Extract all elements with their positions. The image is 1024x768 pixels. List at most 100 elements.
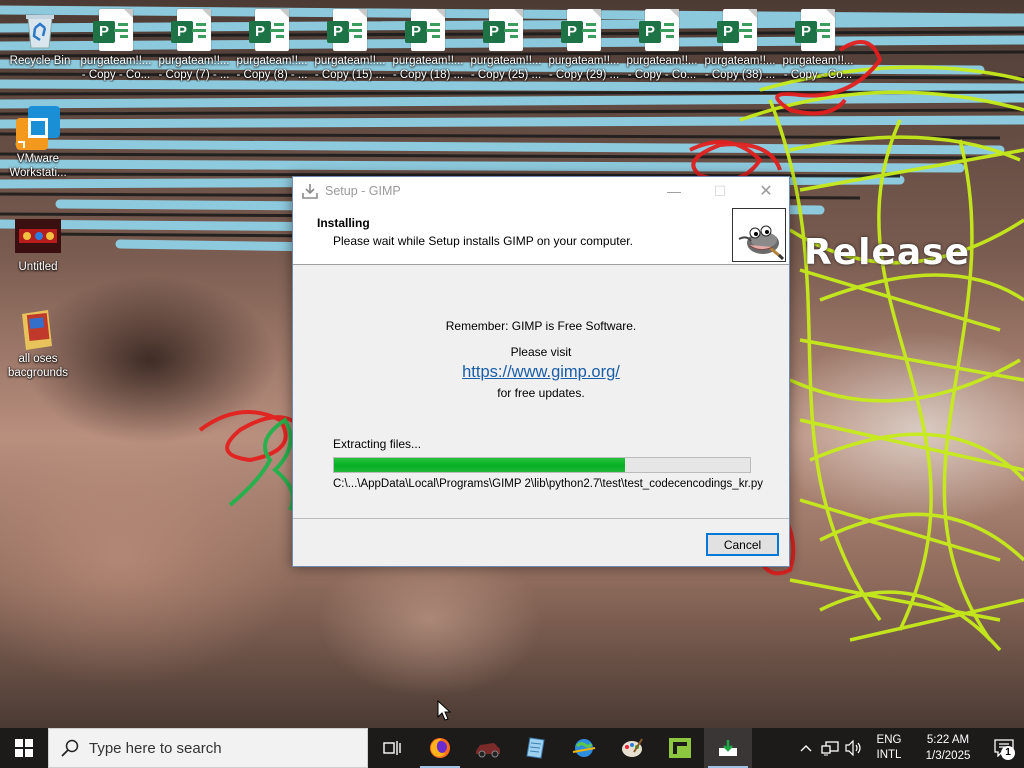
project-file-icon: P [561,9,601,51]
window-title: Setup - GIMP [325,184,401,198]
windows-logo-icon [15,739,33,757]
search-input[interactable] [89,739,339,757]
page-subtitle: Please wait while Setup installs GIMP on… [333,234,633,248]
content-area: Remember: GIMP is Free Software. Please … [293,265,789,519]
untitled-label: Untitled [18,261,58,273]
backgrounds-folder-label: all oses bacgrounds [7,353,69,379]
project-file-label: purgateam!!... - Copy (38) ... [704,55,776,81]
project-file-label: purgateam!!... - Copy - Co... [626,55,698,81]
wallpaper-release-text: Release [804,232,971,273]
gimp-website-link[interactable]: https://www.gimp.org/ [293,363,789,382]
notification-count-badge: 1 [1001,746,1015,760]
project-file-icon: P [171,9,211,51]
vmware-desktop-icon[interactable]: VMware Workstati... [0,106,76,180]
project-file-label: purgateam!!... - Copy - Co... [80,55,152,81]
project-file-4[interactable]: P purgateam!!... - Copy (15) ... [312,8,388,82]
untitled-project-icon [14,214,62,258]
project-file-icon: P [795,9,835,51]
recycle-bin-label: Recycle Bin [9,55,71,67]
project-file-10[interactable]: P purgateam!!... - Copy - Co... [780,8,856,82]
gimp-logo-icon [732,208,786,262]
task-view-icon [383,741,401,755]
taskbar-search[interactable] [48,728,368,768]
project-file-9[interactable]: P purgateam!!... - Copy (38) ... [702,8,778,82]
volume-button[interactable] [842,728,866,768]
taskbar: ENG INTL 5:22 AM 1/3/2025 1 [0,728,1024,768]
task-view-button[interactable] [368,728,416,768]
vmware-label: VMware Workstati... [9,153,67,179]
chevron-up-icon [800,745,812,752]
project-file-7[interactable]: P purgateam!!... - Copy (29) ... [546,8,622,82]
paint-palette-icon [622,738,643,757]
taskbar-car-game[interactable] [464,728,512,768]
show-hidden-icons-button[interactable] [794,728,818,768]
taskbar-notepad[interactable] [512,728,560,768]
project-file-5[interactable]: P purgateam!!... - Copy (18) ... [390,8,466,82]
project-file-6[interactable]: P purgateam!!... - Copy (25) ... [468,8,544,82]
system-tray: ENG INTL 5:22 AM 1/3/2025 1 [794,728,1024,768]
page-title: Installing [317,216,370,230]
image-folder-icon [14,306,62,350]
keyboard-layout: INTL [876,749,902,761]
clock-date: 1/3/2025 [925,750,971,762]
taskbar-paint[interactable] [608,728,656,768]
project-file-label: purgateam!!... - Copy (7) - ... [158,55,230,81]
minimize-button[interactable]: — [651,177,697,205]
firefox-icon [430,738,450,758]
title-bar[interactable]: Setup - GIMP — ☐ ✕ [293,177,789,205]
globe-download-icon [572,739,596,757]
project-file-label: purgateam!!... - Copy (8) - ... [236,55,308,81]
network-button[interactable] [818,728,842,768]
project-file-1[interactable]: P purgateam!!... - Copy - Co... [78,8,154,82]
taskbar-firefox[interactable] [416,728,464,768]
speaker-icon [845,740,861,756]
taskbar-gimp-setup[interactable] [704,728,752,768]
current-file-path: C:\...\AppData\Local\Programs\GIMP 2\lib… [333,478,763,490]
setup-installer-icon [719,740,737,756]
header-panel: Installing Please wait while Setup insta… [293,205,789,265]
progress-bar [333,457,751,473]
project-file-label: purgateam!!... - Copy (29) ... [548,55,620,81]
start-button[interactable] [0,728,48,768]
action-center-button[interactable]: 1 [984,728,1024,768]
setup-window: Setup - GIMP — ☐ ✕ Installing Please wai… [292,176,790,567]
project-file-icon: P [405,9,445,51]
project-file-icon: P [93,9,133,51]
please-visit-text: Please visit [510,345,572,359]
project-file-label: purgateam!!... - Copy - Co... [782,55,854,81]
taskbar-download-manager[interactable] [560,728,608,768]
project-file-3[interactable]: P purgateam!!... - Copy (8) - ... [234,8,310,82]
project-file-icon: P [483,9,523,51]
maximize-button: ☐ [713,182,727,199]
car-game-icon [476,743,500,758]
button-bar: Cancel [293,518,789,566]
project-file-icon: P [639,9,679,51]
clock[interactable]: 5:22 AM 1/3/2025 [912,732,984,764]
backgrounds-folder-desktop-icon[interactable]: all oses bacgrounds [0,306,76,380]
notepad-icon [526,737,545,759]
input-language-button[interactable]: ENG INTL [870,733,908,763]
clock-time: 5:22 AM [926,734,970,746]
mouse-pointer-icon [437,700,451,721]
search-icon [61,739,79,757]
status-text: Extracting files... [333,437,422,451]
project-file-label: purgateam!!... - Copy (25) ... [470,55,542,81]
project-file-icon: P [249,9,289,51]
free-updates-text: for free updates. [497,386,585,400]
close-button[interactable]: ✕ [743,177,789,205]
vmware-icon [14,106,62,150]
project-file-icon: P [717,9,757,51]
project-file-8[interactable]: P purgateam!!... - Copy - Co... [624,8,700,82]
setup-installer-icon [302,184,318,199]
untitled-desktop-icon[interactable]: Untitled [0,214,76,274]
progress-bar-fill [334,458,626,472]
remember-text: Remember: GIMP is Free Software. [445,319,637,333]
cancel-button[interactable]: Cancel [706,533,779,556]
green-app-icon [669,738,691,758]
project-file-2[interactable]: P purgateam!!... - Copy (7) - ... [156,8,232,82]
network-icon [821,741,839,756]
taskbar-green-app[interactable] [656,728,704,768]
recycle-bin-desktop-icon[interactable]: Recycle Bin [2,8,78,68]
language-code: ENG [876,734,902,746]
project-file-icon: P [327,9,367,51]
